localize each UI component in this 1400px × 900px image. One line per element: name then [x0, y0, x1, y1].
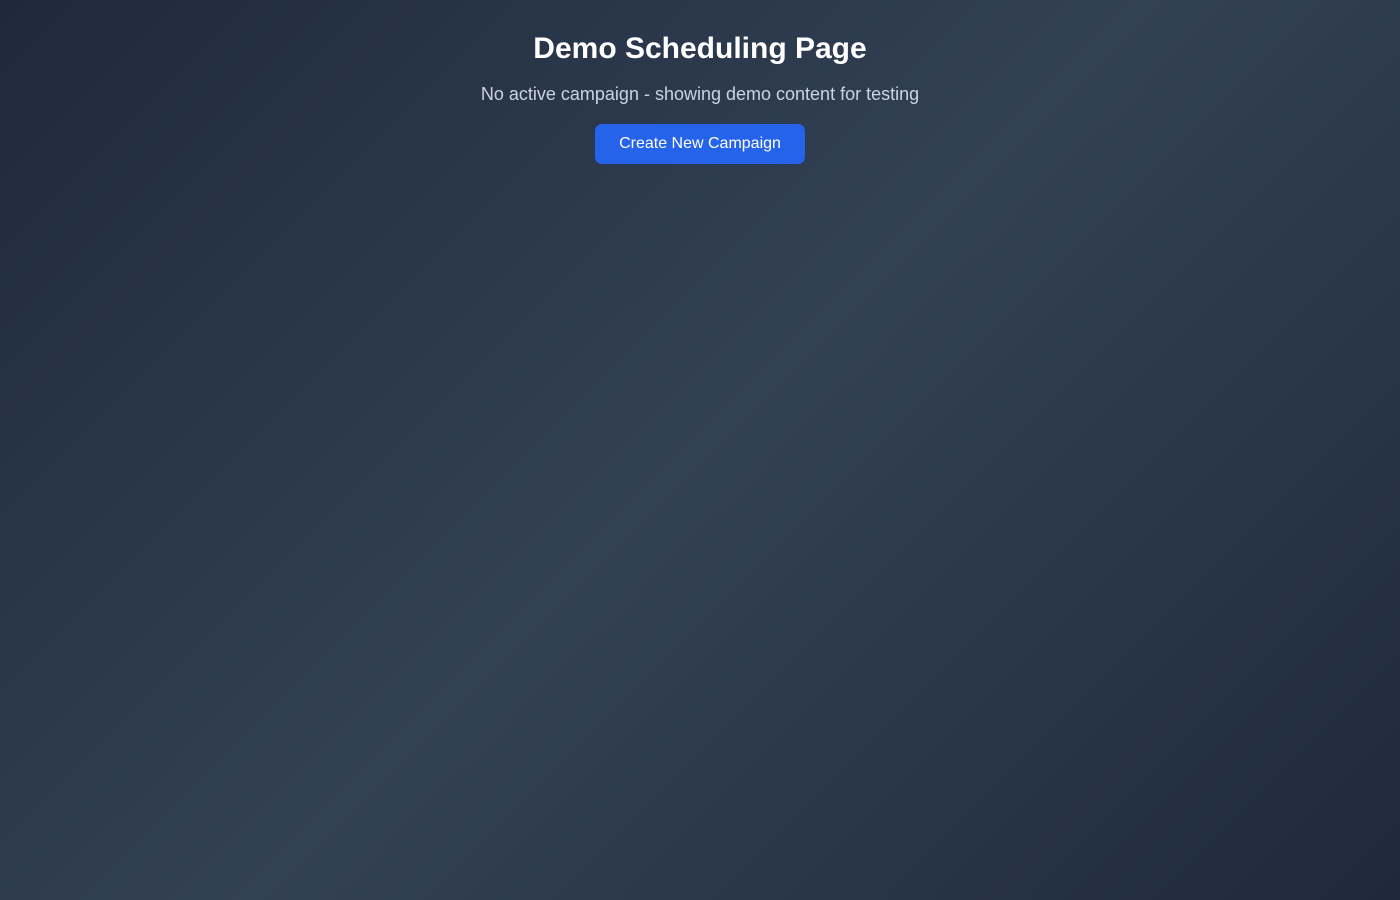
page-subtitle: No active campaign - showing demo conten… — [480, 84, 920, 104]
create-new-campaign-button[interactable]: Create New Campaign — [595, 124, 805, 164]
page-title: Demo Scheduling Page — [533, 32, 867, 65]
scheduling-page: Demo Scheduling Page No active campaign … — [0, 0, 1400, 900]
